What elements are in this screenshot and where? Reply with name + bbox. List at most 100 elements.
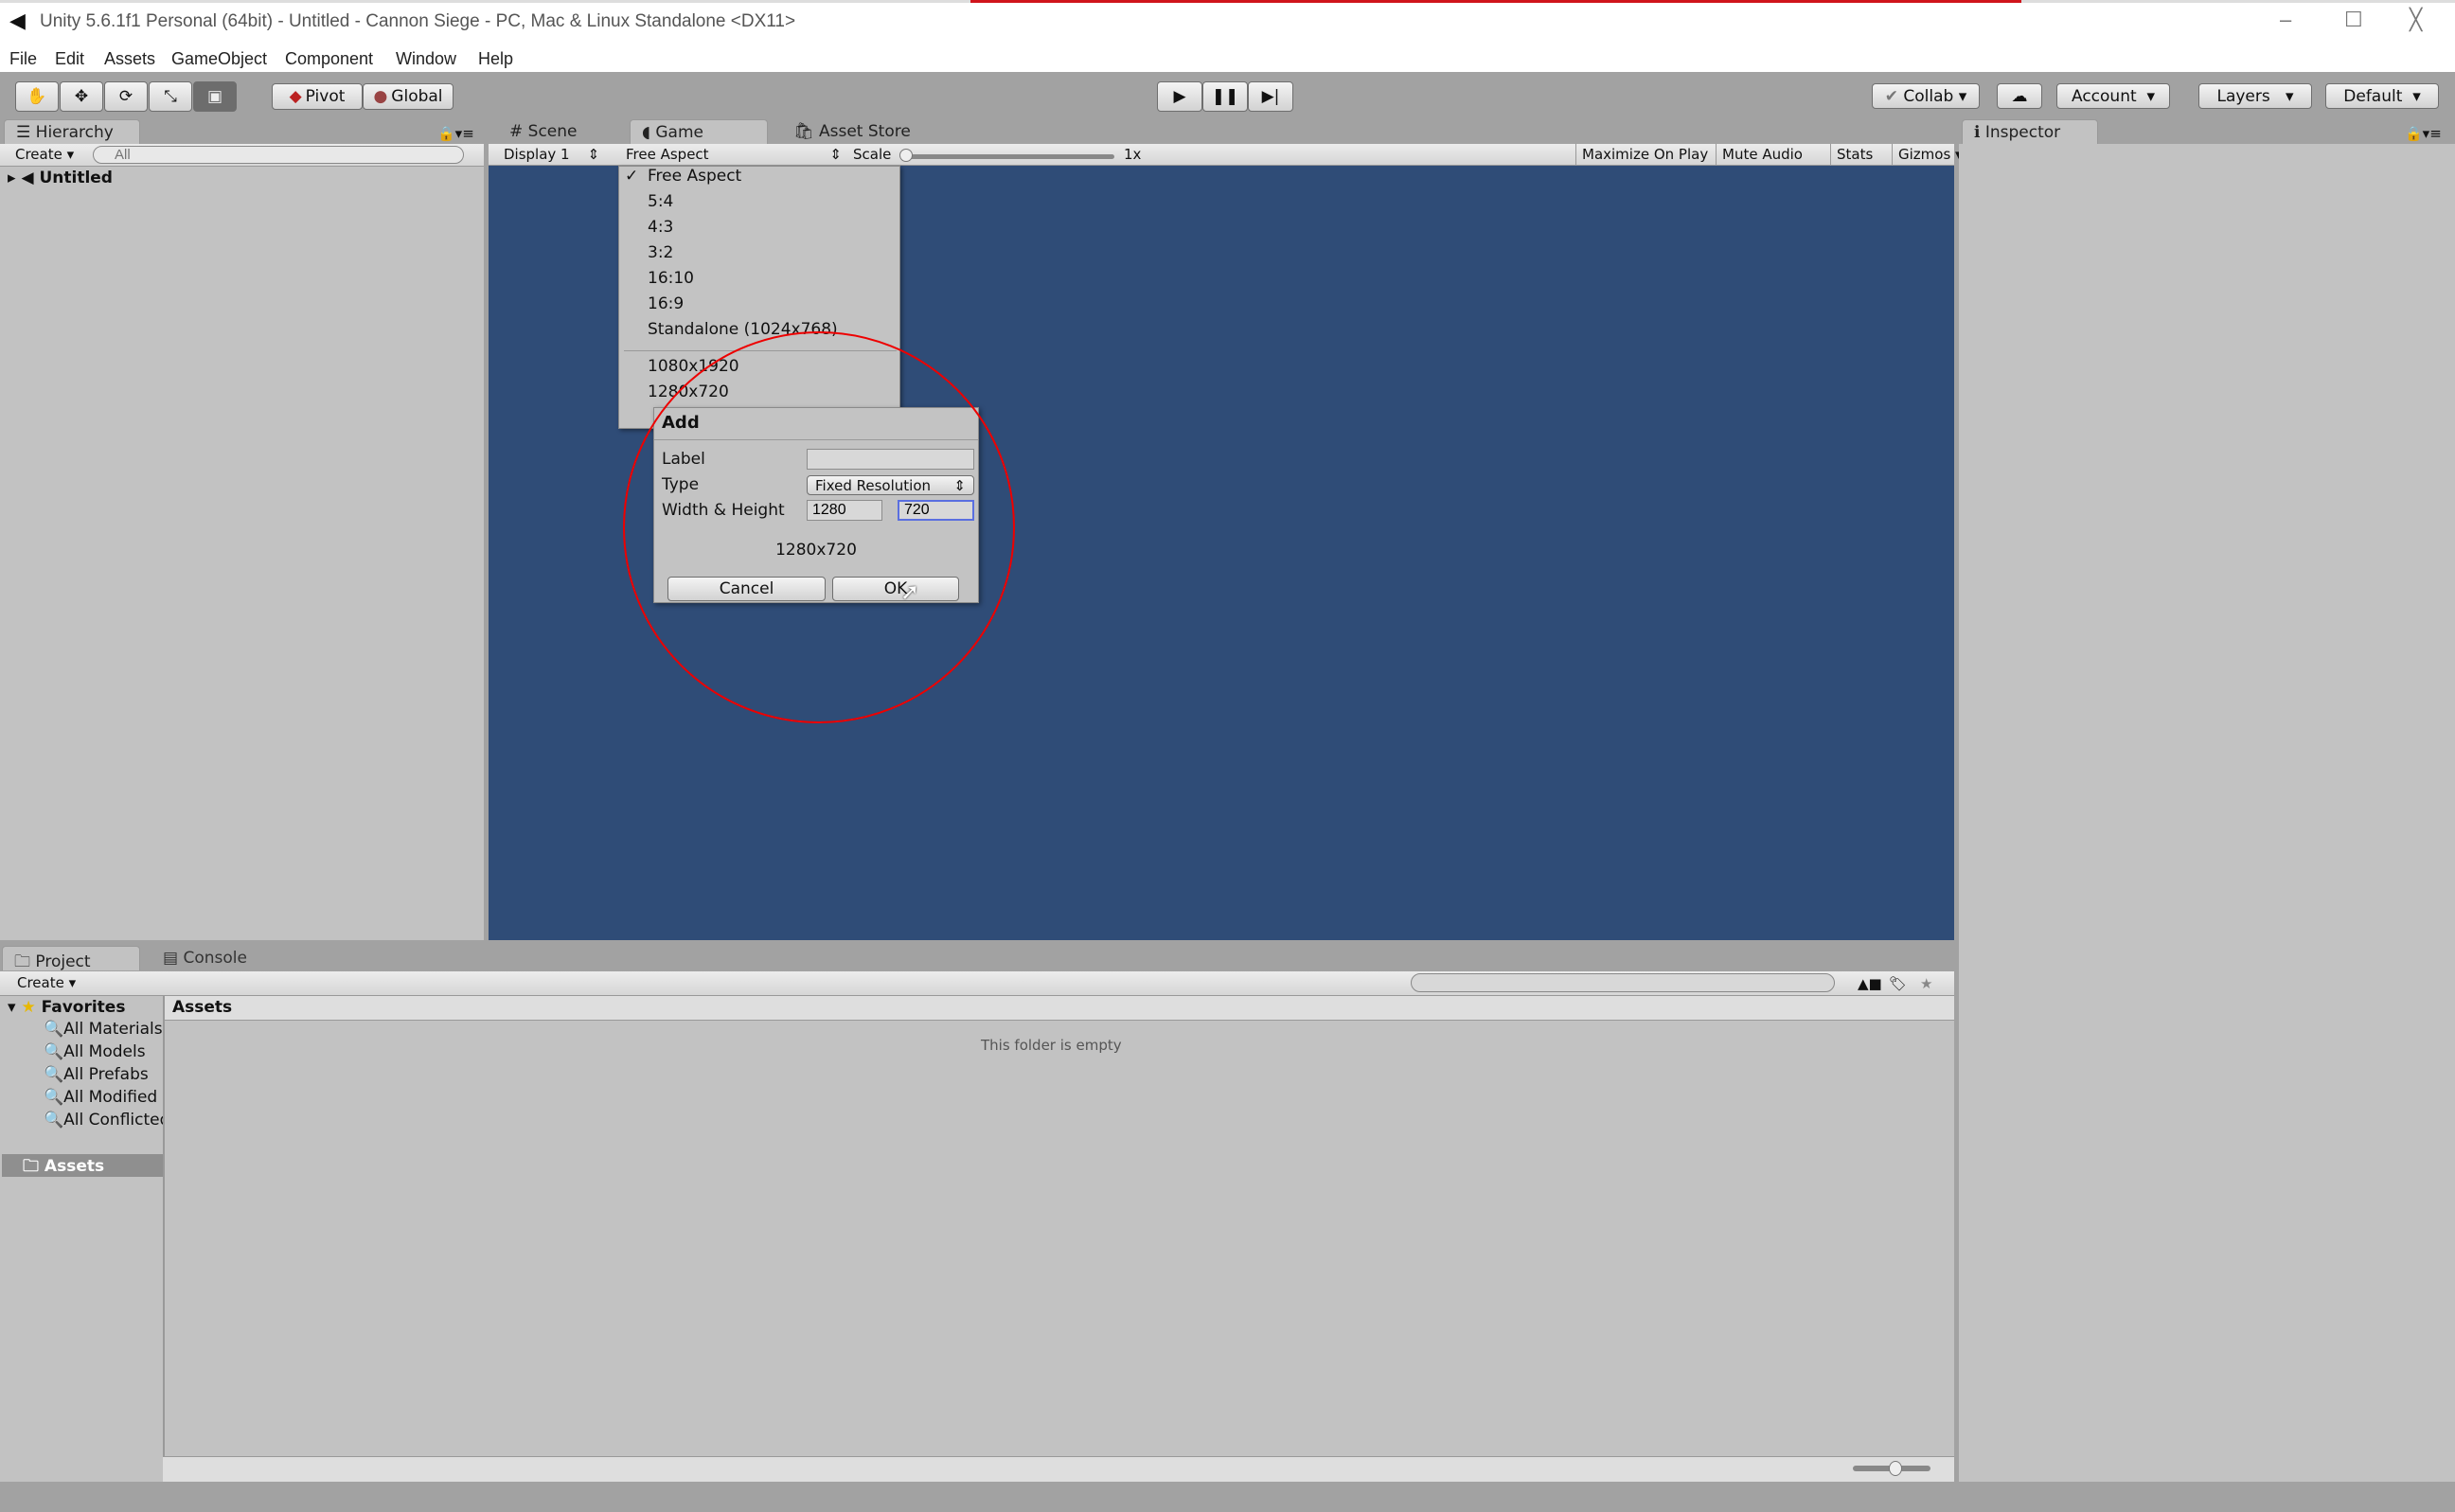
layers-dropdown[interactable]: Layers ▾ [2198,83,2312,109]
close-button[interactable]: ╳ [2410,8,2422,32]
rect-tool-button[interactable]: ▣ [193,81,237,112]
inspector-tab-label: Inspector [1984,123,2061,142]
info-icon: ℹ [1974,123,1985,142]
tab-inspector[interactable]: ℹ Inspector [1962,119,2098,144]
folder-icon: 🗀 [14,952,36,971]
store-icon: 🛍 [793,122,819,141]
rotate-tool-button[interactable]: ⟳ [104,81,148,112]
favorite-star-icon[interactable]: ★ [1920,975,1932,992]
aspect-option[interactable]: 4:3 [648,218,673,237]
create-label: Create [15,146,62,163]
step-button[interactable]: ▶| [1248,81,1293,112]
star-icon: ★ [21,998,36,1017]
filter-label-icon[interactable]: 🏷 [1889,975,1907,992]
scale-label: Scale [853,146,892,163]
maximize-on-play-toggle[interactable]: Maximize On Play [1575,144,1714,166]
play-button[interactable]: ▶ [1157,81,1202,112]
assets-folder-item[interactable]: 🗀 Assets [2,1154,163,1177]
breadcrumb-bar [163,996,1954,1021]
menu-edit[interactable]: Edit [55,49,84,69]
step-icon: ▶| [1261,87,1280,106]
icon-size-slider-thumb[interactable] [1889,1461,1902,1476]
display-label: Display 1 [504,146,570,163]
hierarchy-search-input[interactable] [93,146,464,164]
tab-scene[interactable]: # Scene [498,119,589,144]
favorite-label: All Materials [63,1020,163,1039]
layout-dropdown[interactable]: Default ▾ [2325,83,2439,109]
pivot-button[interactable]: ◆ Pivot [272,83,363,110]
favorites-item[interactable]: ▾ ★ Favorites [8,998,125,1017]
globe-icon: ● [373,87,388,106]
menu-file[interactable]: File [9,49,37,69]
aspect-option[interactable]: 3:2 [648,243,673,262]
pause-button[interactable]: ❚❚ [1202,81,1248,112]
scale-value: 1x [1124,146,1142,163]
project-panel [0,971,1954,1482]
move-tool-button[interactable]: ✥ [60,81,103,112]
account-label: Account [2072,86,2137,106]
breadcrumb[interactable]: Assets [172,998,232,1017]
hierarchy-create-button[interactable]: Create ▾ [15,146,74,163]
favorite-item[interactable]: 🔍All Prefabs [44,1065,163,1084]
project-create-label: Create [17,974,64,991]
favorite-item[interactable]: 🔍All Conflicted [44,1111,163,1130]
assets-label: Assets [44,1157,105,1176]
layers-label: Layers [2216,86,2270,106]
pause-icon: ❚❚ [1211,87,1239,106]
menu-assets[interactable]: Assets [104,49,155,69]
layout-label: Default [2343,86,2403,106]
display-dropdown[interactable]: Display 1 ⇕ [504,146,599,163]
pivot-label: Pivot [305,87,346,106]
project-splitter[interactable] [163,996,165,1482]
cloud-button[interactable]: ☁ [1997,83,2042,109]
account-button[interactable]: Account ▾ [2056,83,2170,109]
menu-window[interactable]: Window [396,49,456,69]
tab-game[interactable]: ◖ Game [630,119,768,144]
checkmark-icon: ✓ [625,167,639,186]
scale-icon: ⤡ [164,87,177,106]
favorite-item[interactable]: 🔍All Models [44,1042,163,1061]
aspect-dropdown[interactable]: Free Aspect ⇕ [626,146,842,163]
scene-tab-label: Scene [527,122,578,141]
tab-console[interactable]: ▤ Console [151,946,258,970]
aspect-option[interactable]: 16:10 [648,269,694,288]
menu-component[interactable]: Component [285,49,373,69]
tab-asset-store[interactable]: 🛍 Asset Store [782,119,922,144]
aspect-option[interactable]: Free Aspect [648,167,741,186]
panel-menu-icon[interactable]: 🔒▾≡ [437,125,474,142]
maximize-button[interactable]: ☐ [2344,8,2363,32]
inspector-lock-icon[interactable]: 🔒▾≡ [2405,125,2442,142]
hand-tool-button[interactable]: ✋ [15,81,59,112]
search-icon: 🔍 [44,1111,64,1130]
console-tab-label: Console [183,949,247,968]
project-search-input[interactable] [1411,973,1835,992]
scale-slider-thumb[interactable] [899,149,913,162]
gizmos-dropdown[interactable]: Gizmos ▾ [1892,144,1968,166]
favorite-label: All Models [63,1042,146,1061]
menu-gameobject[interactable]: GameObject [171,49,267,69]
search-icon: 🔍 [44,1088,64,1107]
scale-slider[interactable] [904,154,1114,159]
project-footer [163,1456,1954,1482]
favorite-item[interactable]: 🔍All Modified [44,1088,163,1107]
mute-audio-toggle[interactable]: Mute Audio [1716,144,1808,166]
collab-button[interactable]: ✔ Collab ▾ [1872,83,1980,109]
global-button[interactable]: ● Global [363,83,454,110]
favorites-label: Favorites [41,998,126,1017]
tab-project[interactable]: 🗀 Project [2,946,140,971]
menu-help[interactable]: Help [478,49,513,69]
aspect-option[interactable]: 5:4 [648,192,673,211]
tab-hierarchy[interactable]: ☰ Hierarchy [4,119,140,144]
project-create-button[interactable]: Create ▾ [17,974,76,991]
favorite-label: All Conflicted [63,1111,163,1130]
aspect-option[interactable]: 16:9 [648,294,684,313]
stats-toggle[interactable]: Stats [1830,144,1878,166]
scene-item[interactable]: ▸ ◀ Untitled [8,169,113,187]
filter-type-icon[interactable]: ▲■ [1858,975,1882,992]
unity-logo-icon: ◀ [9,9,26,33]
collab-label: Collab [1903,86,1954,106]
minimize-button[interactable]: – [2280,8,2291,32]
highlight-line [970,0,2021,3]
favorite-item[interactable]: 🔍All Materials [44,1020,163,1039]
scale-tool-button[interactable]: ⤡ [149,81,192,112]
